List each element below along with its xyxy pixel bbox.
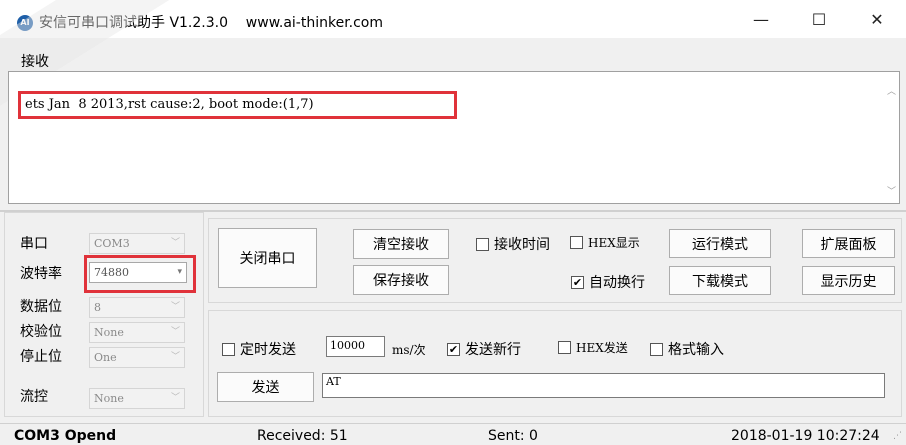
format-input-checkbox[interactable]: 格式输入 [650,339,724,359]
stopbits-label: 停止位 [20,349,62,365]
parity-label: 校验位 [20,324,62,340]
baud-label: 波特率 [20,266,62,282]
port-select[interactable]: COM3 ﹀ [89,233,185,254]
chevron-down-icon: ﹀ [170,302,180,312]
clear-receive-button[interactable]: 清空接收 [353,229,449,259]
timed-send-checkbox[interactable]: 定时发送 [222,339,296,359]
close-button[interactable]: ✕ [848,0,906,38]
auto-wrap-checkbox[interactable]: ✔ 自动换行 [571,272,645,292]
save-receive-button[interactable]: 保存接收 [353,265,449,295]
recv-time-label: 接收时间 [494,237,550,253]
run-mode-button[interactable]: 运行模式 [669,229,771,258]
chevron-down-icon: ﹀ [170,393,180,403]
interval-input[interactable]: 10000 [326,336,385,357]
parity-select-value: None [94,326,124,339]
extend-panel-button[interactable]: 扩展面板 [802,229,895,258]
chevron-down-icon: ﹀ [170,238,180,248]
receive-label: 接收 [21,54,49,70]
databits-select-value: 8 [94,301,101,314]
parity-select[interactable]: None ﹀ [89,322,185,343]
chevron-down-icon: ﹀ [170,327,180,337]
checkbox-checked-icon: ✔ [571,275,584,289]
checkbox-unchecked-icon [650,342,663,356]
auto-wrap-label: 自动换行 [589,275,645,291]
show-history-button[interactable]: 显示历史 [802,266,895,295]
download-mode-button[interactable]: 下载模式 [669,266,771,295]
databits-select[interactable]: 8 ﹀ [89,297,185,318]
format-input-label: 格式输入 [668,342,724,358]
checkbox-unchecked-icon [558,341,571,354]
scroll-down-arrow-icon[interactable]: ﹀ [887,184,896,197]
baud-highlight-box [84,255,196,293]
receive-content: ets Jan 8 2013,rst cause:2, boot mode:(1… [25,97,314,112]
send-text-input[interactable]: AT [322,373,885,398]
maximize-button[interactable]: ☐ [790,0,848,38]
hex-display-label: HEX显示 [588,236,640,250]
flow-select[interactable]: None ﹀ [89,388,185,409]
databits-label: 数据位 [20,299,62,315]
checkbox-unchecked-icon [570,236,583,249]
flow-label: 流控 [20,389,48,405]
close-port-button[interactable]: 关闭串口 [218,228,317,288]
sent-count: Sent: 0 [488,428,538,444]
received-count: Received: 51 [257,428,348,444]
flow-select-value: None [94,392,124,405]
checkbox-unchecked-icon [222,342,235,356]
port-status: COM3 Opend [14,428,117,444]
interval-unit: ms/次 [392,343,426,357]
resize-grip-icon[interactable]: ⋰ [893,431,902,441]
app-logo-icon: AI [17,15,33,31]
send-newline-label: 发送新行 [465,342,521,358]
status-datetime: 2018-01-19 10:27:24 [731,428,880,444]
timed-send-label: 定时发送 [240,342,296,358]
minimize-button[interactable]: — [732,0,790,38]
send-newline-checkbox[interactable]: ✔ 发送新行 [447,339,521,359]
send-button[interactable]: 发送 [217,372,314,402]
hex-send-label: HEX发送 [576,341,628,355]
checkbox-checked-icon: ✔ [447,342,460,356]
stopbits-select[interactable]: One ﹀ [89,347,185,368]
stopbits-select-value: One [94,351,117,364]
chevron-down-icon: ﹀ [170,352,180,362]
window-title: 安信可串口调试助手 V1.2.3.0 www.ai-thinker.com [39,15,384,31]
checkbox-unchecked-icon [476,237,489,251]
recv-time-checkbox[interactable]: 接收时间 [476,234,550,254]
scroll-up-arrow-icon[interactable]: ︿ [887,84,896,97]
port-label: 串口 [20,236,48,252]
port-select-value: COM3 [94,237,130,250]
hex-display-checkbox[interactable]: HEX显示 [570,234,640,251]
hex-send-checkbox[interactable]: HEX发送 [558,339,628,356]
